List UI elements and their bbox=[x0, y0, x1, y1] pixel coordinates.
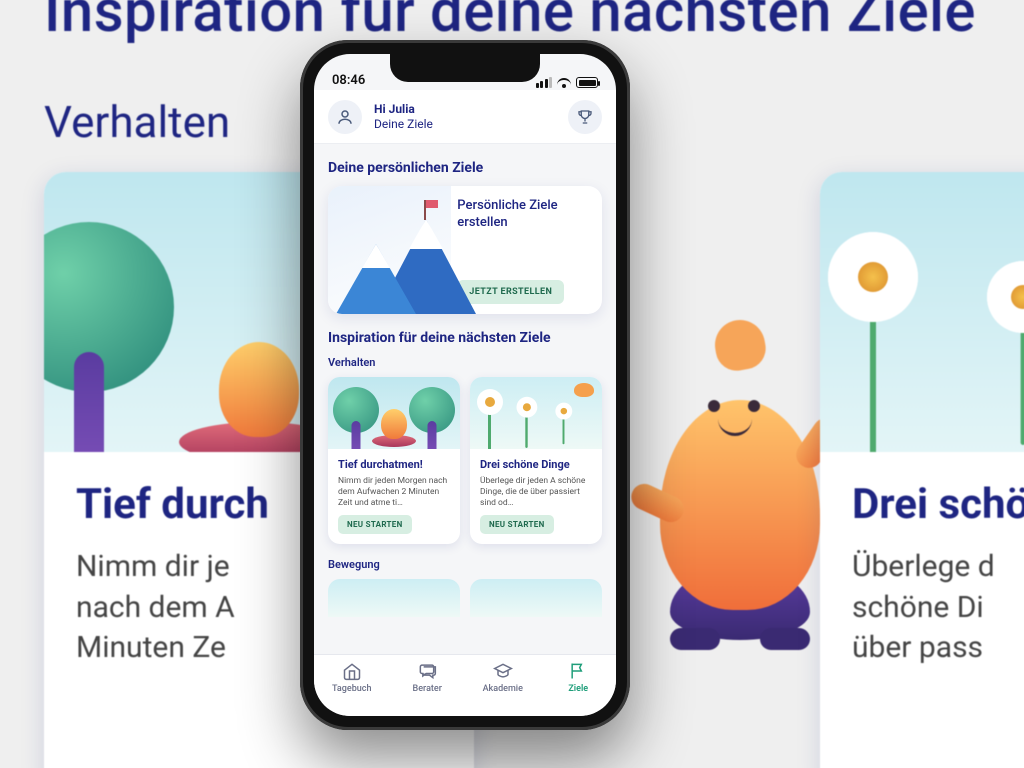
goal-card-peek[interactable] bbox=[328, 579, 460, 617]
wifi-icon bbox=[557, 78, 571, 88]
bg-card-drei-schoene-dinge: Drei schö Überlege d schöne Di über pass bbox=[820, 172, 1024, 768]
card-text: Überlege dir jeden A schöne Dinge, die d… bbox=[480, 476, 592, 510]
phone-frame: 08:46 Hi Julia Deine Ziele Deine persönl… bbox=[300, 40, 630, 730]
start-button[interactable]: NEU STARTEN bbox=[338, 515, 412, 534]
bg-card-text: Überlege d schöne Di über pass bbox=[852, 547, 1024, 669]
card-title: Drei schöne Dinge bbox=[480, 458, 592, 471]
trophy-icon bbox=[576, 108, 594, 126]
bg-card-illustration-flowers bbox=[820, 172, 1024, 452]
status-time: 08:46 bbox=[332, 73, 365, 88]
goal-card-tief-durchatmen[interactable]: Tief durchatmen! Nimm dir jeden Morgen n… bbox=[328, 377, 460, 544]
card-illustration-flowers bbox=[470, 377, 602, 449]
phone-notch bbox=[390, 54, 540, 82]
profile-button[interactable] bbox=[328, 100, 362, 134]
card-illustration-meditation bbox=[328, 377, 460, 449]
category-verhalten-label: Verhalten bbox=[328, 356, 602, 369]
tab-label: Berater bbox=[413, 684, 442, 694]
bg-section-label: Verhalten bbox=[44, 96, 230, 148]
goal-card-drei-schoene-dinge[interactable]: Drei schöne Dinge Überlege dir jeden A s… bbox=[470, 377, 602, 544]
section-personal-goals-title: Deine persönlichen Ziele bbox=[328, 160, 602, 176]
header-subtitle: Deine Ziele bbox=[374, 117, 556, 131]
card-title: Tief durchatmen! bbox=[338, 458, 450, 471]
bg-card-title: Drei schö bbox=[852, 480, 1024, 529]
category-bewegung-label: Bewegung bbox=[328, 558, 602, 571]
mountain-illustration bbox=[328, 186, 451, 314]
section-inspiration-title: Inspiration für deine nächsten Ziele bbox=[328, 330, 602, 346]
goal-card-peek[interactable] bbox=[470, 579, 602, 617]
achievements-button[interactable] bbox=[568, 100, 602, 134]
tab-label: Tagebuch bbox=[332, 684, 371, 694]
tab-ziele[interactable]: Ziele bbox=[541, 661, 617, 716]
verhalten-cards-row: Tief durchatmen! Nimm dir jeden Morgen n… bbox=[328, 377, 602, 544]
start-button[interactable]: NEU STARTEN bbox=[480, 515, 554, 534]
tab-label: Ziele bbox=[568, 684, 588, 694]
card-text: Nimm dir jeden Morgen nach dem Aufwachen… bbox=[338, 476, 450, 510]
bewegung-cards-row bbox=[328, 579, 602, 617]
tab-akademie[interactable]: Akademie bbox=[465, 661, 541, 716]
chat-icon bbox=[416, 661, 438, 681]
scroll-area[interactable]: Deine persönlichen Ziele Persönliche Zie… bbox=[314, 144, 616, 654]
battery-icon bbox=[576, 77, 598, 88]
flag-icon bbox=[567, 661, 589, 681]
tab-label: Akademie bbox=[483, 684, 523, 694]
tab-berater[interactable]: Berater bbox=[390, 661, 466, 716]
graduation-cap-icon bbox=[492, 661, 514, 681]
signal-icon bbox=[536, 77, 553, 88]
tab-bar: Tagebuch Berater Akademie Ziele bbox=[314, 654, 616, 716]
phone-screen: 08:46 Hi Julia Deine Ziele Deine persönl… bbox=[314, 54, 616, 716]
header-greeting: Hi Julia bbox=[374, 102, 556, 116]
create-goal-card[interactable]: Persönliche Ziele erstellen JETZT ERSTEL… bbox=[328, 186, 602, 314]
tab-tagebuch[interactable]: Tagebuch bbox=[314, 661, 390, 716]
app-header: Hi Julia Deine Ziele bbox=[314, 90, 616, 144]
person-icon bbox=[336, 108, 354, 126]
home-icon bbox=[341, 661, 363, 681]
create-goal-title: Persönliche Ziele erstellen bbox=[457, 198, 590, 280]
